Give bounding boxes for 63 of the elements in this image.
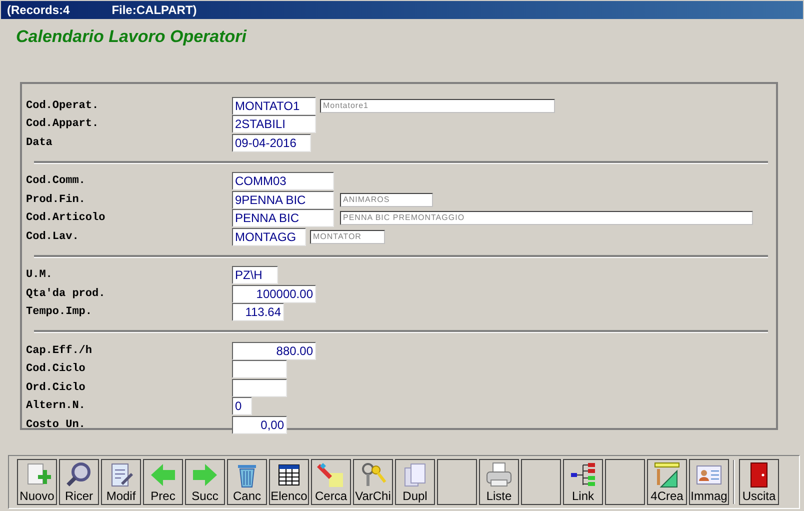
toolbar-button[interactable]: Uscita — [739, 459, 779, 505]
input-field[interactable]: 09-04-2016 — [232, 134, 311, 152]
toolbar-button[interactable]: Dupl — [395, 459, 435, 505]
empty-toolbar-button[interactable] — [605, 459, 645, 505]
description-field: ANIMAROS — [340, 192, 433, 207]
toolbar-button[interactable]: Liste — [479, 459, 519, 505]
toolbar-button[interactable]: Nuovo — [17, 459, 57, 505]
input-field[interactable]: MONTATO1 — [232, 96, 316, 115]
empty-toolbar-button[interactable] — [437, 459, 477, 505]
printer-icon — [485, 461, 513, 489]
hierarchy-icon — [569, 461, 597, 489]
input-field[interactable]: PENNA BIC — [232, 209, 334, 228]
field-label: Altern.N. — [26, 399, 86, 414]
magnifier-icon — [65, 461, 93, 489]
toolbar-button[interactable]: Modif — [101, 459, 141, 505]
field-label: U.M. — [26, 268, 54, 283]
ruler-triangle-icon — [653, 461, 681, 489]
field-label: Prod.Fin. — [26, 192, 86, 208]
toolbar-button[interactable]: Elenco — [269, 459, 309, 505]
field-label: Ord.Ciclo — [26, 380, 86, 396]
input-field[interactable]: 0,00 — [232, 416, 287, 434]
toolbar-button[interactable]: 4Crea — [647, 459, 687, 505]
toolbar-button[interactable]: Canc — [227, 459, 267, 505]
toolbar-button[interactable]: Ricer — [59, 459, 99, 505]
field-label: Cod.Operat. — [26, 98, 100, 114]
field-label: Cod.Ciclo — [26, 362, 86, 377]
description-field: Montatore1 — [320, 98, 555, 113]
input-field[interactable] — [232, 360, 287, 378]
toolbar-button[interactable]: Link — [563, 459, 603, 505]
input-field[interactable]: 0 — [232, 397, 252, 416]
toolbar-button[interactable]: Cerca — [311, 459, 351, 505]
field-label: Costo Un. — [26, 418, 86, 432]
highlighter-icon — [317, 461, 345, 489]
field-label: Cap.Eff./h — [26, 344, 94, 358]
toolbar-button[interactable]: Succ — [185, 459, 225, 505]
field-label: Tempo.Imp. — [26, 305, 94, 320]
empty-toolbar-button[interactable] — [521, 459, 561, 505]
field-label: Data — [26, 136, 54, 150]
input-field[interactable]: MONTAGG — [232, 228, 306, 246]
toolbar-button[interactable]: Prec — [143, 459, 183, 505]
right-arrow-icon — [191, 461, 219, 489]
field-label: Cod.Appart. — [26, 117, 100, 132]
left-arrow-icon — [149, 461, 177, 489]
field-label: Cod.Articolo — [26, 211, 106, 226]
field-label: Cod.Lav. — [26, 230, 80, 244]
input-field[interactable]: COMM03 — [232, 172, 334, 190]
input-field[interactable]: 880.00 — [232, 342, 316, 360]
toolbar-button[interactable]: Immag — [689, 459, 729, 505]
keys-icon — [359, 461, 387, 489]
field-label: Qta'da prod. — [26, 286, 106, 302]
input-field[interactable]: 2STABILI — [232, 115, 316, 134]
description-field: MONTATOR — [310, 230, 385, 244]
input-field[interactable]: PZ\H — [232, 266, 278, 284]
form-title: Calendario Lavoro Operatori — [16, 27, 246, 46]
file-name: File:CALPART) — [112, 2, 197, 19]
field-label: Cod.Comm. — [26, 174, 86, 189]
input-field[interactable] — [232, 378, 287, 397]
input-field[interactable]: 113.64 — [232, 303, 284, 322]
records-count: (Records:4 — [7, 2, 70, 19]
toolbar-button[interactable]: VarChi — [353, 459, 393, 505]
description-field: PENNA BIC PREMONTAGGIO — [340, 211, 753, 226]
input-field[interactable]: 9PENNA BIC — [232, 190, 334, 209]
input-field[interactable]: 100000.00 — [232, 284, 316, 303]
